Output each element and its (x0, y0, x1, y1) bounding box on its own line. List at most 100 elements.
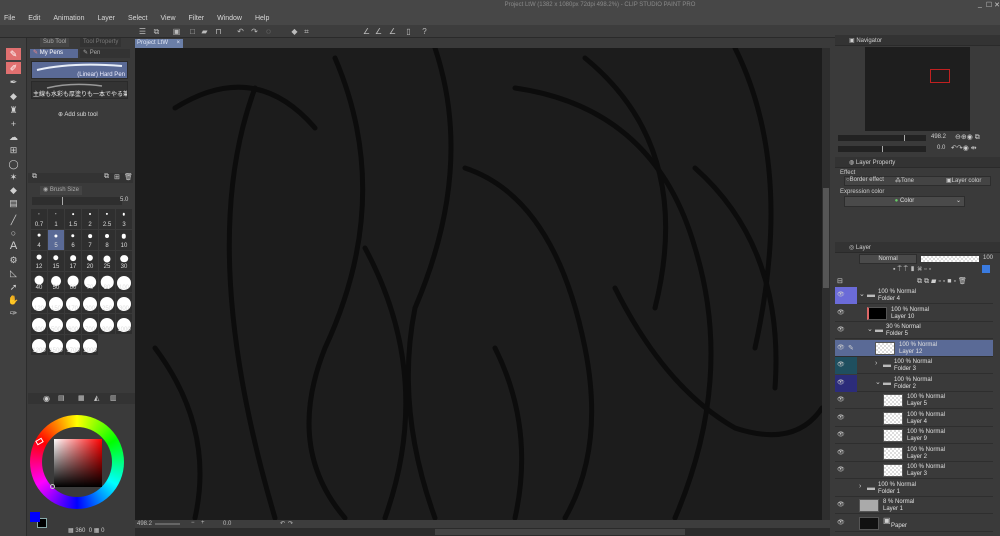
tab-pen[interactable]: ✎ Pen (80, 49, 130, 58)
navigator-preview[interactable] (865, 47, 970, 131)
layer-row[interactable]: 👁 ✎ 100 % Normal Layer 12 (835, 339, 993, 357)
zoom-readout[interactable]: 498.2 (137, 521, 152, 527)
vertical-scrollbar[interactable] (822, 48, 830, 520)
brush-size-option[interactable]: 100 (116, 272, 132, 292)
layer-row[interactable]: 👁 100 % Normal Layer 2 (835, 445, 993, 462)
correct-line-icon[interactable]: ⚙ (6, 254, 21, 266)
brush-size-option[interactable]: 300 (116, 293, 132, 313)
drawing-canvas[interactable] (135, 48, 822, 520)
menu-help[interactable]: Help (255, 15, 269, 22)
main-color-swatch[interactable] (30, 512, 40, 522)
airbrush-tool-icon[interactable]: ☁ (6, 131, 21, 143)
visibility-eye-icon[interactable]: 👁 (837, 415, 845, 421)
device-icon[interactable]: ▯ (404, 27, 413, 36)
brush-size-option[interactable]: 7 (82, 230, 98, 250)
visibility-eye-icon[interactable]: 👁 (837, 432, 845, 438)
blend-mode-select[interactable]: Normal (859, 254, 917, 264)
menu-window[interactable]: Window (217, 15, 242, 22)
angle-readout[interactable]: 0.0 (223, 521, 231, 527)
visibility-eye-icon[interactable]: 👁 (837, 327, 845, 333)
brush-size-option[interactable]: 170 (65, 293, 81, 313)
brush-size-option[interactable]: 1200 (31, 335, 47, 355)
layer-row[interactable]: 👁 100 % Normal Layer 9 (835, 427, 993, 444)
brush-size-option[interactable]: 120 (31, 293, 47, 313)
view-rectangle[interactable] (930, 69, 950, 83)
brush-size-option[interactable]: 4 (31, 230, 47, 250)
brush-size-option[interactable]: 70 (82, 272, 98, 292)
brush-size-option[interactable]: 5 (48, 230, 64, 250)
layer-lock-icons[interactable]: ▪⍑⍑▮⌘▫▫ (893, 266, 933, 274)
brush-size-option[interactable]: 700 (82, 314, 98, 334)
layer-row[interactable]: 👁 8 % Normal Layer 1 (835, 497, 993, 514)
chevron-down-icon[interactable]: ⌄ (859, 290, 865, 298)
trash-icon[interactable]: 🗑 (124, 173, 133, 181)
new-canvas-icon[interactable]: ⧉ (152, 27, 161, 36)
brush-item-hard-pen[interactable]: (Linear) Hard Pen (31, 61, 128, 79)
rotate-left-icon[interactable]: ↶ (280, 520, 285, 527)
tab-tool-property[interactable]: Tool Property (80, 38, 122, 47)
pencil-tool-icon[interactable]: ✐ (6, 62, 21, 74)
brush-size-value[interactable]: 5.0 (120, 197, 128, 203)
magic-wand-icon[interactable]: ✶ (6, 171, 21, 183)
navigator-zoom-slider[interactable] (838, 135, 926, 141)
rotate-controls-icon[interactable]: ↶↷◉ ⇹ (951, 144, 977, 152)
brush-size-option[interactable]: 1000 (116, 314, 132, 334)
brush-size-option[interactable]: 15 (48, 251, 64, 271)
brush-size-option[interactable]: 3 (116, 209, 132, 229)
tab-navigator[interactable]: ▣ Navigator (849, 37, 882, 44)
brush-size-option[interactable]: 200 (82, 293, 98, 313)
fill-tool-icon[interactable]: ◆ (6, 184, 21, 196)
brush-size-option[interactable]: 50 (48, 272, 64, 292)
help-icon[interactable]: ? (420, 27, 429, 36)
tone-button[interactable]: ⁂Tone (895, 177, 914, 184)
object-tool-icon[interactable]: ➚ (6, 281, 21, 293)
brush-size-option[interactable]: 6 (65, 230, 81, 250)
brush-size-option[interactable]: 25 (99, 251, 115, 271)
frame-tool-icon[interactable]: ⊞ (6, 144, 21, 156)
visibility-eye-icon[interactable]: 👁 (835, 357, 857, 374)
eraser-tool-icon[interactable]: ◆ (6, 90, 21, 102)
gallery-icon[interactable]: ▣ (172, 27, 181, 36)
brush-size-option[interactable]: 400 (31, 314, 47, 334)
brush-size-option[interactable]: 1 (48, 209, 64, 229)
layer-row[interactable]: 👁 ⌄ ▬ 100 % Normal Folder 2 (835, 374, 993, 392)
intermediate-color-tab-icon[interactable]: ◭ (94, 394, 99, 402)
menu-layer[interactable]: Layer (97, 15, 115, 22)
layer-color-indicator[interactable] (982, 265, 990, 273)
brush-size-option[interactable]: 800 (99, 314, 115, 334)
brush-size-option[interactable]: 1700 (65, 335, 81, 355)
menu-view[interactable]: View (160, 15, 175, 22)
expression-color-select[interactable]: ● Color ⌄ (844, 196, 965, 207)
chevron-right-icon[interactable]: › (859, 483, 861, 490)
brush-size-option[interactable]: 20 (82, 251, 98, 271)
eyedropper-tool-icon[interactable]: ✑ (6, 307, 21, 319)
balloon-tool-icon[interactable]: ○ (6, 227, 21, 239)
brush-size-slider[interactable] (32, 197, 122, 205)
stabilize3-icon[interactable]: ∠ (388, 27, 397, 36)
open-icon[interactable]: ▰ (200, 27, 209, 36)
color-wheel-tab-icon[interactable]: ◉ (43, 394, 50, 403)
tab-sub-tool[interactable]: Sub Tool (40, 38, 70, 47)
menu-select[interactable]: Select (128, 15, 147, 22)
brush-size-option[interactable]: 60 (65, 272, 81, 292)
new-file-icon[interactable]: □ (188, 27, 197, 36)
brush-size-option[interactable]: 80 (99, 272, 115, 292)
new-icon[interactable]: ⊞ (114, 173, 120, 181)
brush-size-option[interactable]: 40 (31, 272, 47, 292)
visibility-eye-icon[interactable]: 👁 (837, 450, 845, 456)
brush-item-watercolor[interactable]: 主線も水彩も厚塗りも一本でやる筆 (31, 81, 128, 99)
horizontal-scrollbar[interactable] (135, 528, 830, 536)
layer-row[interactable]: 👁 100 % Normal Layer 10 (835, 305, 993, 322)
brush-size-option[interactable]: 600 (65, 314, 81, 334)
brush-size-option[interactable]: 500 (48, 314, 64, 334)
tab-brush-size[interactable]: ◉ Brush Size (40, 186, 82, 195)
visibility-eye-icon[interactable]: 👁 (837, 397, 845, 403)
redo-icon[interactable]: ↷ (250, 27, 259, 36)
copy-icon[interactable]: ⧉ (104, 173, 109, 181)
text-tool-icon[interactable]: A (6, 240, 21, 252)
chevron-down-icon[interactable]: ⌄ (875, 378, 881, 386)
pen-tool-icon[interactable]: ✎ (6, 48, 21, 60)
document-tab[interactable]: Project LtW × (135, 39, 183, 48)
zoom-controls-icon[interactable]: ⊖⊕◉ ⧉ (955, 133, 980, 142)
add-sub-tool-button[interactable]: ⊕ Add sub tool (58, 111, 98, 118)
